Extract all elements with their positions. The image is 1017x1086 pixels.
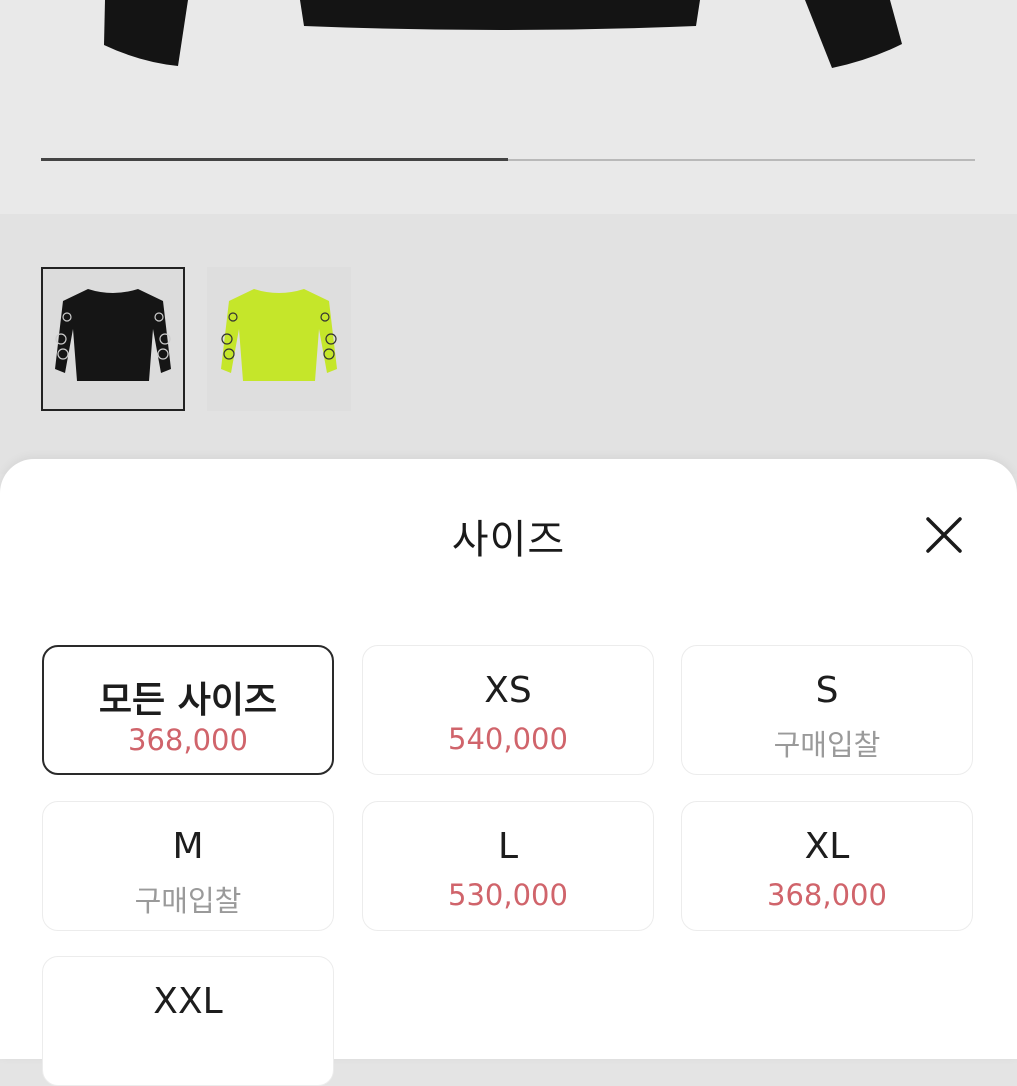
thumbnail-lime[interactable] (207, 267, 351, 411)
size-label: L (497, 826, 519, 867)
size-label: XXL (153, 981, 223, 1022)
size-option-all[interactable]: 모든 사이즈 368,000 (42, 645, 334, 775)
size-option-xs[interactable]: XS 540,000 (362, 645, 654, 775)
sheet-title: 사이즈 (451, 517, 566, 563)
size-price-bid: 구매입찰 (773, 728, 881, 762)
size-price: 530,000 (448, 878, 568, 912)
size-option-xxl[interactable]: XXL (42, 956, 334, 1086)
sweatshirt-black-image (55, 289, 171, 381)
size-price: 368,000 (767, 878, 887, 912)
product-image-area[interactable] (0, 0, 1017, 214)
size-label: 모든 사이즈 (98, 680, 278, 721)
size-option-m[interactable]: M 구매입찰 (42, 801, 334, 931)
close-button[interactable] (918, 509, 970, 561)
size-option-xl[interactable]: XL 368,000 (681, 801, 973, 931)
size-price: 368,000 (128, 723, 248, 757)
image-carousel-progress (41, 158, 975, 161)
size-label: XS (484, 670, 532, 711)
size-label: XL (804, 826, 850, 867)
size-price-bid: 구매입찰 (134, 884, 242, 918)
size-option-l[interactable]: L 530,000 (362, 801, 654, 931)
size-label: S (815, 670, 839, 711)
color-thumbnails (0, 214, 1017, 474)
thumbnail-black[interactable] (41, 267, 185, 411)
product-image (104, 0, 902, 68)
size-option-s[interactable]: S 구매입찰 (681, 645, 973, 775)
size-price: 540,000 (448, 722, 568, 756)
sweatshirt-lime-image (221, 289, 337, 381)
close-icon (926, 517, 962, 553)
image-carousel-progress-fill (41, 158, 508, 161)
size-bottom-sheet: 사이즈 모든 사이즈 368,000 XS 540,000 S 구매입찰 M 구… (0, 459, 1017, 1086)
size-label: M (172, 826, 204, 867)
